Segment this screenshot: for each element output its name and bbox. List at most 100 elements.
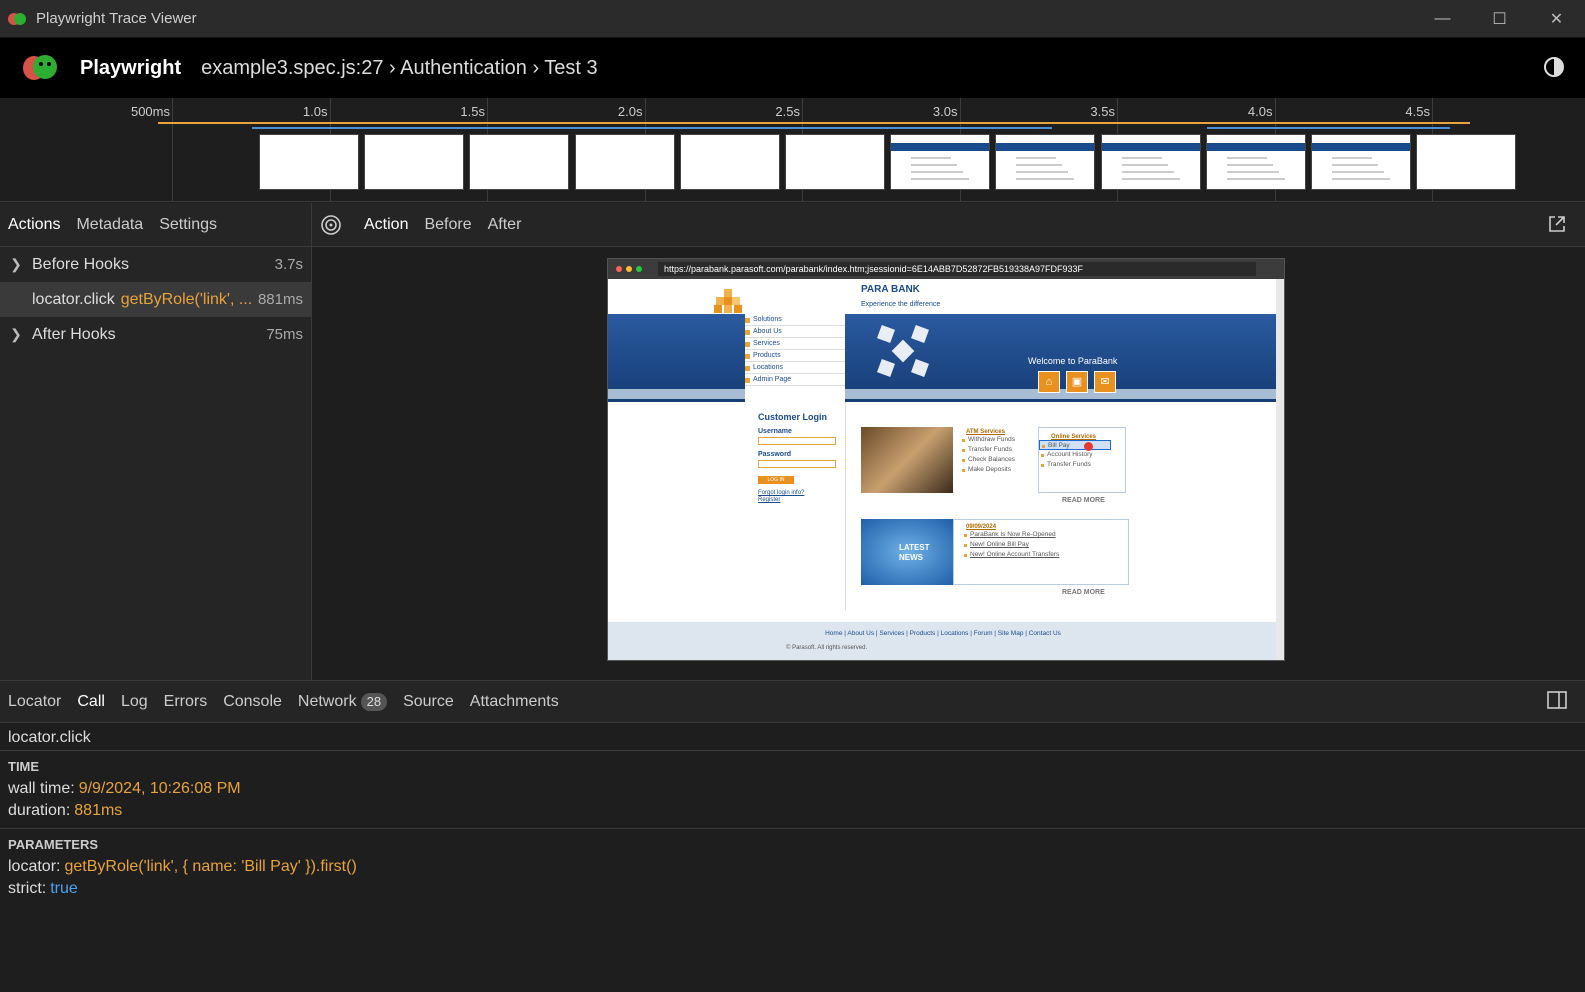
tab-attachments[interactable]: Attachments <box>462 680 567 724</box>
timeline[interactable]: 500ms 1.0s 1.5s 2.0s 2.5s 3.0s 3.5s 4.0s 4.5s <box>0 98 1585 202</box>
maximize-dot-icon <box>636 266 642 272</box>
tab-locator[interactable]: Locator <box>0 680 69 724</box>
details-panel: Locator Call Log Errors Console Network 2… <box>0 680 1585 992</box>
about-icon[interactable]: ▣ <box>1066 371 1088 393</box>
timeline-thumbnail[interactable] <box>1100 134 1201 190</box>
read-more-link[interactable]: READ MORE <box>1062 497 1105 504</box>
open-external-icon[interactable] <box>1547 214 1567 234</box>
bill-pay-link[interactable]: Bill Pay <box>1039 440 1111 450</box>
tab-actions[interactable]: Actions <box>0 203 68 247</box>
latest-news-badge: LATEST NEWS <box>861 519 953 585</box>
tab-source[interactable]: Source <box>395 680 462 724</box>
tab-settings[interactable]: Settings <box>151 203 225 247</box>
split-layout-icon[interactable] <box>1547 691 1567 709</box>
timeline-thumbnail[interactable] <box>574 134 675 190</box>
action-duration: 75ms <box>266 326 303 343</box>
timeline-thumbnail[interactable] <box>1311 134 1411 190</box>
timeline-thumbnail[interactable] <box>259 134 359 190</box>
nav-admin[interactable]: Admin Page <box>745 374 845 386</box>
timeline-tick-label: 3.5s <box>1090 104 1115 119</box>
timeline-thumbnail[interactable] <box>785 134 885 190</box>
footer-links[interactable]: Home | About Us | Services | Products | … <box>608 630 1278 637</box>
timeline-tick-label: 500ms <box>130 104 170 119</box>
pick-locator-icon[interactable] <box>320 214 342 236</box>
read-more-link[interactable]: READ MORE <box>1062 589 1105 596</box>
close-button[interactable]: ✕ <box>1528 0 1585 38</box>
locator-row: locator: getByRole('link', { name: 'Bill … <box>8 858 357 875</box>
tab-console[interactable]: Console <box>215 680 290 724</box>
actions-panel: Actions Metadata Settings ❯ Before Hooks… <box>0 203 312 680</box>
login-button[interactable]: LOG IN <box>758 476 794 484</box>
copyright: © Parasoft. All rights reserved. <box>786 645 868 651</box>
timeline-thumbnail[interactable] <box>995 134 1096 190</box>
playwright-logo-icon <box>23 55 57 80</box>
window-title: Playwright Trace Viewer <box>36 10 197 27</box>
timeline-thumbnail[interactable] <box>679 134 780 190</box>
minimize-button[interactable]: — <box>1414 0 1471 38</box>
action-duration: 881ms <box>257 291 303 308</box>
timeline-tick-label: 4.0s <box>1247 104 1273 119</box>
tab-call[interactable]: Call <box>69 680 113 724</box>
nav-about[interactable]: About Us <box>745 326 845 338</box>
timeline-tick-label: 2.0s <box>617 104 643 119</box>
parabank-blocks-logo <box>714 289 742 313</box>
forgot-link[interactable]: Forgot login info? <box>758 490 838 496</box>
timeline-bar <box>252 127 1052 129</box>
tab-network[interactable]: Network 28 <box>290 680 395 724</box>
url-bar: https://parabank.parasoft.com/parabank/i… <box>658 262 1256 276</box>
maximize-button[interactable]: ☐ <box>1471 0 1528 38</box>
username-field[interactable] <box>758 437 836 445</box>
nav-solutions[interactable]: Solutions <box>745 314 845 326</box>
strict-row: strict: true <box>8 880 78 897</box>
site-nav: Solutions About Us Services Products Loc… <box>745 314 845 402</box>
contact-icon[interactable]: ✉ <box>1094 371 1116 393</box>
parabank-tagline: Experience the difference <box>861 301 941 308</box>
timeline-tick-label: 1.0s <box>302 104 328 119</box>
test-breadcrumb: example3.spec.js:27 › Authentication › T… <box>201 56 598 79</box>
online-services: Online Services Bill Pay Account History… <box>1038 427 1126 493</box>
chevron-right-icon[interactable]: ❯ <box>0 326 32 343</box>
snapshot-tabs: Action Before After <box>312 203 1585 247</box>
theme-toggle-icon[interactable] <box>1543 56 1565 78</box>
timeline-bar <box>1207 127 1450 129</box>
timeline-tick <box>172 98 173 202</box>
nav-products[interactable]: Products <box>745 350 845 362</box>
timeline-thumbnail[interactable] <box>364 134 465 190</box>
browser-chrome: https://parabank.parasoft.com/parabank/i… <box>608 259 1284 279</box>
timeline-thumbnail[interactable] <box>890 134 991 190</box>
time-heading: TIME <box>8 759 40 774</box>
action-name: Before Hooks <box>32 255 129 273</box>
home-icon[interactable]: ⌂ <box>1038 371 1060 393</box>
close-dot-icon <box>616 266 622 272</box>
tab-metadata[interactable]: Metadata <box>68 203 151 247</box>
call-name: locator.click <box>0 723 1585 751</box>
atm-services: ATM Services Withdraw Funds Transfer Fun… <box>960 429 1044 491</box>
timeline-tick-label: 1.5s <box>460 104 485 119</box>
action-name: locator.click <box>32 290 115 308</box>
tab-action[interactable]: Action <box>356 203 416 247</box>
page-scrollbar[interactable] <box>1276 279 1284 660</box>
page-footer: Home | About Us | Services | Products | … <box>608 622 1278 660</box>
minimize-dot-icon <box>626 266 632 272</box>
timeline-thumbnail[interactable] <box>1205 134 1306 190</box>
welcome-text: Welcome to ParaBank <box>1028 356 1118 366</box>
password-field[interactable] <box>758 460 836 468</box>
timeline-thumbnail[interactable] <box>1416 134 1517 190</box>
timeline-thumbnail[interactable] <box>469 134 570 190</box>
details-tabs: Locator Call Log Errors Console Network 2… <box>0 681 1585 723</box>
nav-locations[interactable]: Locations <box>745 362 845 374</box>
timeline-bar <box>158 122 1470 124</box>
parabank-emblem-icon <box>877 325 929 377</box>
tab-log[interactable]: Log <box>113 680 156 724</box>
action-locator-click[interactable]: locator.click getByRole('link', ... 881m… <box>0 282 311 317</box>
click-marker <box>1084 442 1093 451</box>
tab-errors[interactable]: Errors <box>156 680 216 724</box>
action-before-hooks[interactable]: ❯ Before Hooks 3.7s <box>0 247 311 282</box>
nav-services[interactable]: Services <box>745 338 845 350</box>
action-after-hooks[interactable]: ❯ After Hooks 75ms <box>0 317 311 352</box>
tab-after[interactable]: After <box>480 203 530 247</box>
register-link[interactable]: Register <box>758 497 838 503</box>
left-tabs: Actions Metadata Settings <box>0 203 311 247</box>
chevron-right-icon[interactable]: ❯ <box>0 256 32 273</box>
tab-before[interactable]: Before <box>416 203 479 247</box>
